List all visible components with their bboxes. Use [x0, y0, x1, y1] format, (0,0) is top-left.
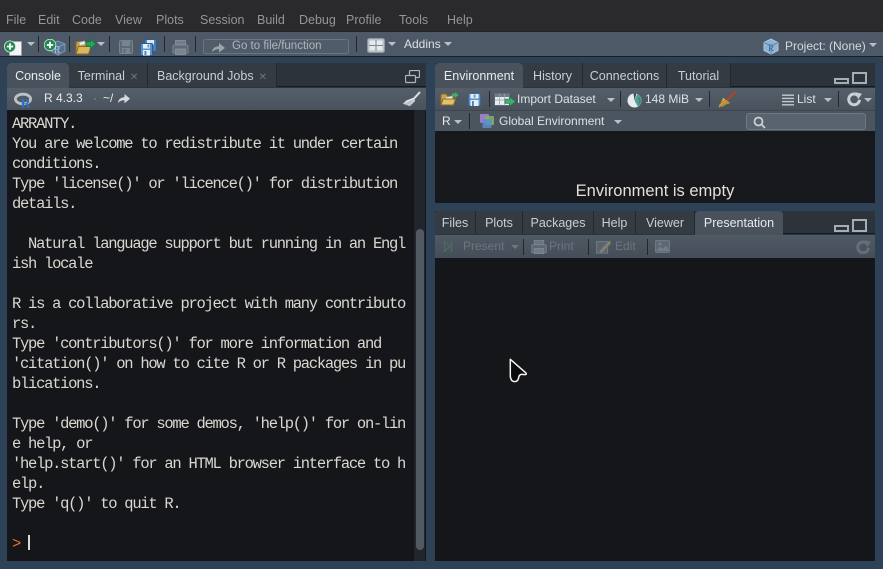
svg-text:R: R: [21, 97, 32, 110]
svg-text:R: R: [768, 43, 774, 53]
